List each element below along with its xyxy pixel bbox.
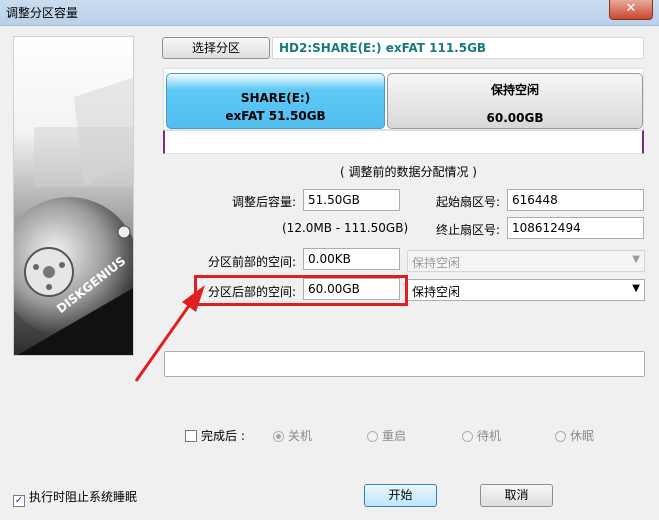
disk-map-free-label: 保持空闲 [490, 83, 539, 97]
disk-map-partition[interactable]: SHARE(E:) exFAT 51.50GB [166, 73, 385, 129]
adjusted-size-label: 调整后容量: [232, 195, 297, 209]
checkmark-icon: ✓ [13, 495, 25, 507]
space-before-select[interactable]: 保持空闲 ▼ [407, 250, 645, 272]
diskgenius-side-image: DISKGENIUS [13, 36, 134, 356]
select-partition-button[interactable]: 选择分区 [162, 37, 270, 59]
disk-map-partition-detail: exFAT 51.50GB [225, 109, 326, 123]
disk-map-ruler [163, 130, 644, 154]
disk-map: SHARE(E:) exFAT 51.50GB 保持空闲 60.00GB [163, 68, 644, 130]
disk-map-free-size: 60.00GB [486, 111, 544, 125]
partition-info-bar: HD2:SHARE(E:) exFAT 111.5GB [272, 37, 644, 59]
space-before-label: 分区前部的空间: [208, 255, 297, 269]
prevent-sleep-checkbox[interactable]: ✓ 执行时阻止系统睡眠 [13, 488, 137, 507]
partition-info-text: HD2:SHARE(E:) exFAT 111.5GB [279, 41, 487, 55]
start-button[interactable]: 开始 [364, 484, 437, 507]
disk-map-free-space[interactable]: 保持空闲 60.00GB [387, 73, 643, 129]
end-sector-input[interactable]: 108612494 [507, 217, 644, 239]
after-completion-checkbox[interactable]: 完成后 : [185, 427, 245, 444]
highlight-box [194, 275, 408, 306]
close-icon: ✕ [625, 1, 637, 16]
window-title: 调整分区容量 [6, 6, 79, 20]
radio-shutdown[interactable]: 关机 [273, 427, 312, 444]
progress-field [164, 351, 645, 377]
radio-icon [555, 431, 566, 442]
space-before-select-value: 保持空闲 [412, 256, 461, 270]
radio-icon [367, 431, 378, 442]
space-after-select-value: 保持空闲 [412, 285, 461, 299]
caption-text: ( 调整前的数据分配情况 ) [340, 165, 477, 179]
start-sector-input[interactable]: 616448 [507, 189, 644, 211]
hard-disk-icon [14, 77, 133, 355]
end-sector-label: 终止扇区号: [436, 223, 501, 237]
prevent-sleep-label: 执行时阻止系统睡眠 [29, 490, 138, 504]
chevron-down-icon: ▼ [632, 254, 640, 265]
adjusted-size-input[interactable]: 51.50GB [303, 189, 400, 211]
radio-standby[interactable]: 待机 [462, 427, 501, 444]
close-button[interactable]: ✕ [609, 0, 653, 20]
cancel-button[interactable]: 取消 [480, 484, 553, 507]
radio-restart[interactable]: 重启 [367, 427, 406, 444]
radio-icon [273, 431, 284, 442]
chevron-down-icon: ▼ [632, 283, 640, 294]
radio-icon [462, 431, 473, 442]
radio-hibernate[interactable]: 休眠 [555, 427, 594, 444]
space-before-input[interactable]: 0.00KB [303, 248, 400, 270]
size-range-text: (12.0MB - 111.50GB) [282, 221, 409, 235]
start-sector-label: 起始扇区号: [436, 195, 501, 209]
after-completion-label: 完成后 : [201, 429, 245, 443]
checkbox-icon [185, 430, 197, 442]
space-after-select[interactable]: 保持空闲 ▼ [407, 279, 645, 301]
disk-map-partition-name: SHARE(E:) [240, 91, 311, 105]
title-bar: 调整分区容量 ✕ [0, 0, 659, 26]
